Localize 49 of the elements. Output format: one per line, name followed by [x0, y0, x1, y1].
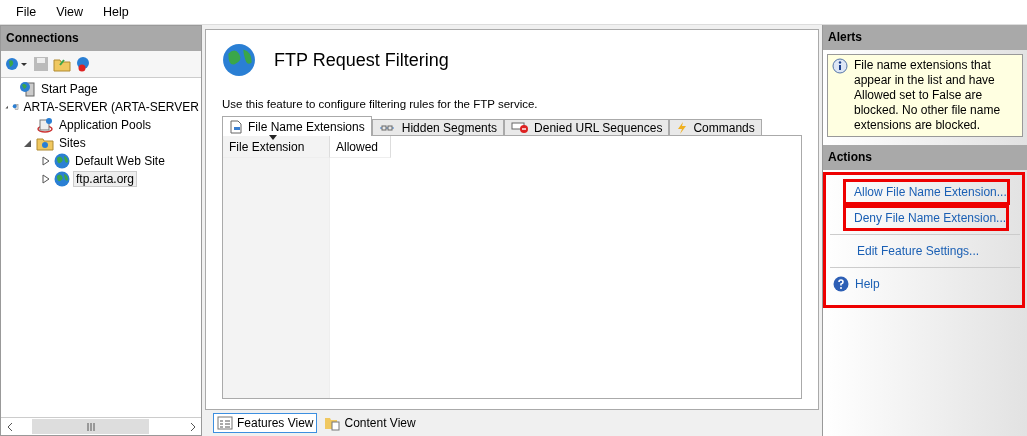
collapse-icon[interactable]	[23, 138, 33, 148]
action-link[interactable]: Edit Feature Settings...	[830, 238, 983, 264]
alert-message: File name extensions that appear in the list and have Allowed set to False are blocked. No other file name extensions are blocked.	[854, 58, 1002, 133]
tree-item[interactable]: ftp.arta.org	[73, 171, 138, 187]
scroll-left-icon[interactable]	[6, 421, 13, 432]
tree-item[interactable]: Start Page	[39, 82, 100, 96]
tree-item[interactable]: Sites	[57, 136, 88, 150]
expand-icon[interactable]	[41, 156, 51, 166]
globe-icon	[54, 153, 70, 169]
globe-icon	[222, 43, 256, 77]
help-icon	[833, 276, 849, 292]
document-icon	[229, 119, 243, 134]
help-link[interactable]: Help	[830, 271, 883, 297]
column-header[interactable]: File Extension	[223, 136, 330, 158]
tab[interactable]: Hidden Segments	[371, 119, 505, 135]
info-icon	[832, 58, 848, 74]
menu-item[interactable]: File	[8, 3, 45, 21]
panel-header: Connections	[1, 26, 201, 51]
action-link[interactable]: Allow File Name Extension...	[843, 179, 1010, 205]
expand-icon[interactable]	[41, 174, 51, 184]
connect-icon[interactable]	[5, 56, 29, 72]
pool-icon	[36, 117, 54, 133]
view-tab[interactable]: Content View	[320, 412, 420, 434]
scroll-thumb-grip-icon[interactable]	[86, 422, 95, 431]
features-icon	[217, 416, 233, 430]
folder-icon	[36, 135, 54, 151]
menu-item[interactable]: Help	[95, 3, 137, 21]
panel-header: Actions	[823, 145, 1027, 170]
view-tab[interactable]: Features View	[213, 413, 318, 433]
tree-item[interactable]: Default Web Site	[73, 154, 167, 168]
scroll-right-icon[interactable]	[189, 421, 196, 432]
tree-item[interactable]: ARTA-SERVER (ARTA-SERVER	[21, 100, 201, 114]
tree-item[interactable]: Application Pools	[57, 118, 154, 132]
deny-icon	[511, 121, 530, 134]
tab[interactable]: File Name Extensions	[222, 116, 372, 136]
action-link[interactable]: Deny File Name Extension...	[843, 205, 1010, 231]
server-globe-icon	[18, 81, 36, 97]
globe-icon	[54, 171, 70, 187]
panel-header: Alerts	[823, 25, 1027, 50]
description: Use this feature to configure filtering rules for the FTP service.	[222, 98, 539, 110]
column-header[interactable]: Allowed	[330, 136, 391, 158]
lightning-icon	[676, 120, 689, 135]
folder-document-icon	[324, 415, 341, 431]
menu-item[interactable]: View	[48, 3, 92, 21]
folder-icon[interactable]	[53, 56, 71, 72]
tab[interactable]: Denied URL Sequences	[504, 119, 670, 135]
page-title: FTP Request Filtering	[274, 49, 449, 71]
segments-icon	[378, 123, 397, 132]
tab[interactable]: Commands	[669, 119, 762, 135]
